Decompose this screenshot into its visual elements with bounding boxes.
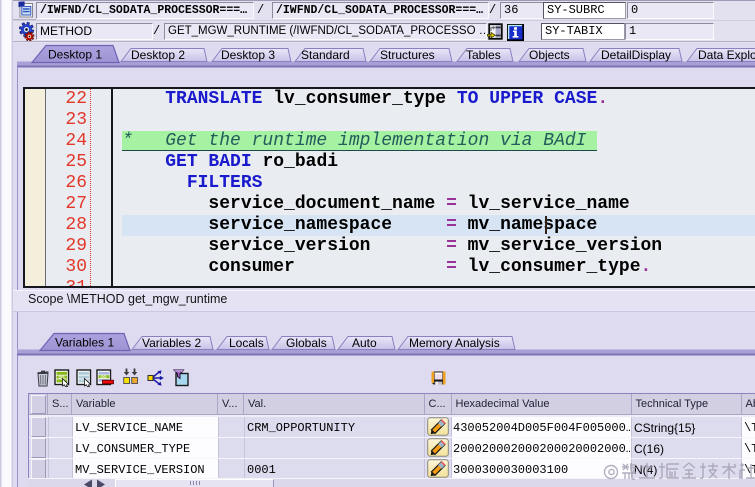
svg-text:Tables: Tables bbox=[466, 48, 501, 62]
svg-text:Variables 2: Variables 2 bbox=[142, 336, 201, 350]
svg-text:Standard: Standard bbox=[301, 48, 350, 62]
svg-text:Desktop 1: Desktop 1 bbox=[48, 48, 102, 62]
svg-text:Variables 1: Variables 1 bbox=[55, 336, 114, 350]
svg-text:Locals: Locals bbox=[229, 336, 264, 350]
svg-text:Desktop 3: Desktop 3 bbox=[221, 48, 275, 62]
svg-text:Structures: Structures bbox=[380, 48, 435, 62]
svg-text:Memory Analysis: Memory Analysis bbox=[409, 336, 500, 350]
svg-text:Data Explorer: Data Explorer bbox=[698, 48, 755, 62]
svg-text:Desktop 2: Desktop 2 bbox=[131, 48, 185, 62]
svg-text:DetailDisplay: DetailDisplay bbox=[601, 48, 671, 62]
svg-text:Auto: Auto bbox=[352, 336, 377, 350]
svg-text:Objects: Objects bbox=[529, 48, 570, 62]
svg-text:Globals: Globals bbox=[286, 336, 327, 350]
